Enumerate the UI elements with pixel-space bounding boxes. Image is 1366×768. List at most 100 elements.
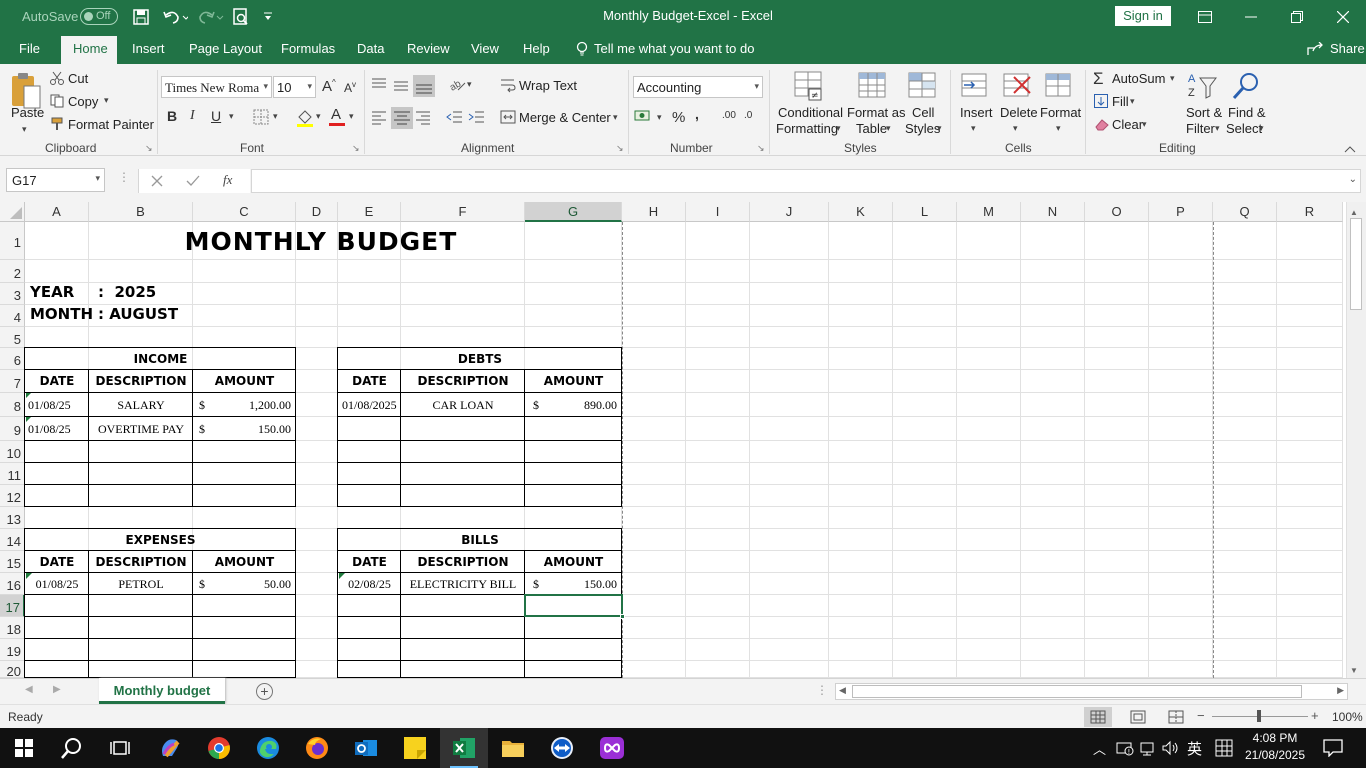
share-icon[interactable] [1306, 41, 1324, 57]
fill-button[interactable]: Fill [1112, 94, 1129, 109]
format-cells-icon[interactable] [1044, 71, 1074, 101]
column-header-I[interactable]: I [686, 202, 750, 222]
fill-handle[interactable] [620, 614, 625, 619]
font-color-icon[interactable]: A [328, 106, 348, 128]
underline-dropdown-icon[interactable]: ▾ [229, 111, 234, 122]
row-header-6[interactable]: 6 [0, 348, 25, 370]
format-as-table-label-2[interactable]: Table [856, 121, 887, 136]
excel-icon[interactable] [440, 728, 488, 768]
taskbar-time[interactable]: 4:08 PM [1240, 731, 1310, 745]
column-header-H[interactable]: H [622, 202, 686, 222]
copy-button[interactable]: Copy [68, 94, 98, 109]
tab-help[interactable]: Help [523, 33, 550, 64]
bottom-align-icon[interactable] [413, 75, 435, 97]
firefox-icon[interactable] [293, 728, 341, 768]
windows-start-icon[interactable] [0, 728, 48, 768]
cell-styles-icon[interactable] [907, 71, 939, 101]
decrease-indent-icon[interactable] [445, 109, 465, 127]
row-header-8[interactable]: 8 [0, 393, 25, 417]
number-launcher-icon[interactable]: ↘ [757, 143, 765, 154]
merge-center-button[interactable]: Merge & Center [519, 110, 611, 125]
income-row-description[interactable]: SALARY [89, 393, 193, 417]
delete-button[interactable]: Delete [1000, 105, 1038, 120]
scroll-down-icon[interactable]: ▼ [1350, 666, 1358, 675]
debts-row-description[interactable]: CAR LOAN [401, 393, 525, 417]
column-header-M[interactable]: M [957, 202, 1021, 222]
scroll-tabs-right-icon[interactable]: ▶ [53, 684, 61, 695]
format-dropdown-icon[interactable]: ▾ [1056, 123, 1061, 134]
collapse-ribbon-icon[interactable] [1344, 142, 1358, 154]
sheet-tab-monthly-budget[interactable]: Monthly budget [99, 678, 225, 704]
decrease-font-size-icon[interactable]: Av [344, 80, 356, 95]
row-header-9[interactable]: 9 [0, 417, 25, 441]
debts-row-date[interactable]: 01/08/2025 [342, 393, 397, 417]
column-header-F[interactable]: F [401, 202, 525, 222]
row-header-13[interactable]: 13 [0, 507, 25, 529]
sign-in-button[interactable]: Sign in [1115, 6, 1171, 26]
page-break-preview-icon[interactable] [1162, 707, 1190, 727]
tab-file[interactable]: File [19, 33, 40, 64]
format-table-dropdown-icon[interactable]: ▾ [886, 123, 891, 134]
search-icon[interactable] [48, 728, 96, 768]
wrap-text-button[interactable]: Wrap Text [519, 78, 577, 93]
column-header-Q[interactable]: Q [1213, 202, 1277, 222]
autosave-toggle[interactable]: Off [80, 8, 118, 25]
income-row-description[interactable]: OVERTIME PAY [89, 417, 193, 441]
cell-styles-dropdown-icon[interactable]: ▾ [937, 123, 942, 134]
name-box-dropdown-icon[interactable]: ▾ [95, 173, 100, 184]
clear-dropdown-icon[interactable]: ▾ [1142, 119, 1147, 130]
tab-split-grip-icon[interactable]: ⋮ [816, 683, 828, 697]
fill-dropdown-icon[interactable]: ▾ [1130, 96, 1135, 107]
row-header-20[interactable]: 20 [0, 661, 25, 678]
paste-button[interactable]: Paste [11, 105, 44, 120]
alignment-launcher-icon[interactable]: ↘ [616, 143, 624, 154]
conditional-formatting-label[interactable]: Conditional [778, 105, 843, 120]
redo-icon[interactable] [196, 7, 226, 27]
print-preview-icon[interactable] [231, 7, 251, 27]
insert-function-icon[interactable]: fx [223, 172, 232, 188]
column-header-E[interactable]: E [338, 202, 401, 222]
volume-icon[interactable] [1162, 740, 1180, 756]
number-format-box[interactable]: Accounting ▾ [633, 76, 763, 98]
font-size-dropdown-icon[interactable]: ▾ [307, 81, 312, 92]
row-header-4[interactable]: 4 [0, 305, 25, 327]
scroll-up-icon[interactable]: ▲ [1350, 208, 1358, 217]
sticky-notes-icon[interactable] [391, 728, 439, 768]
conditional-formatting-label-2[interactable]: Formatting [776, 121, 838, 136]
column-header-D[interactable]: D [296, 202, 338, 222]
normal-view-icon[interactable] [1084, 707, 1112, 727]
bills-row-date[interactable]: 02/08/25 [338, 573, 401, 595]
find-select-label-2[interactable]: Select [1226, 121, 1262, 136]
column-header-J[interactable]: J [750, 202, 829, 222]
show-hidden-icons[interactable]: ︿ [1093, 739, 1106, 758]
restore-icon[interactable] [1274, 0, 1320, 33]
copilot-icon[interactable] [146, 728, 194, 768]
comma-style-icon[interactable]: , [695, 106, 699, 122]
teamviewer-icon[interactable] [538, 728, 586, 768]
file-explorer-icon[interactable] [489, 728, 537, 768]
number-format-dropdown-icon[interactable]: ▾ [754, 81, 759, 92]
copy-dropdown-icon[interactable]: ▾ [104, 95, 109, 106]
row-header-10[interactable]: 10 [0, 441, 25, 463]
font-color-dropdown-icon[interactable]: ▾ [349, 111, 354, 122]
find-select-icon[interactable] [1230, 70, 1262, 102]
cell-styles-label-2[interactable]: Styles [905, 121, 940, 136]
column-header-O[interactable]: O [1085, 202, 1149, 222]
row-header-17[interactable]: 17 [0, 595, 25, 617]
task-view-icon[interactable] [96, 728, 144, 768]
expenses-row-date[interactable]: 01/08/25 [25, 573, 89, 595]
italic-button[interactable]: I [190, 108, 195, 124]
vertical-scrollbar[interactable]: ▲ ▼ [1346, 202, 1366, 678]
chrome-icon[interactable] [195, 728, 243, 768]
save-icon[interactable] [131, 7, 151, 27]
sort-filter-label-2[interactable]: Filter [1186, 121, 1215, 136]
sort-dropdown-icon[interactable]: ▾ [1215, 123, 1220, 134]
insert-cells-icon[interactable] [960, 71, 990, 101]
column-header-K[interactable]: K [829, 202, 893, 222]
expand-formula-bar-icon[interactable]: ⌄ [1349, 174, 1357, 185]
align-right-icon[interactable] [414, 109, 434, 127]
bold-button[interactable]: B [167, 108, 177, 124]
enter-icon[interactable] [186, 175, 200, 187]
borders-dropdown-icon[interactable]: ▾ [273, 111, 278, 122]
row-header-2[interactable]: 2 [0, 260, 25, 283]
